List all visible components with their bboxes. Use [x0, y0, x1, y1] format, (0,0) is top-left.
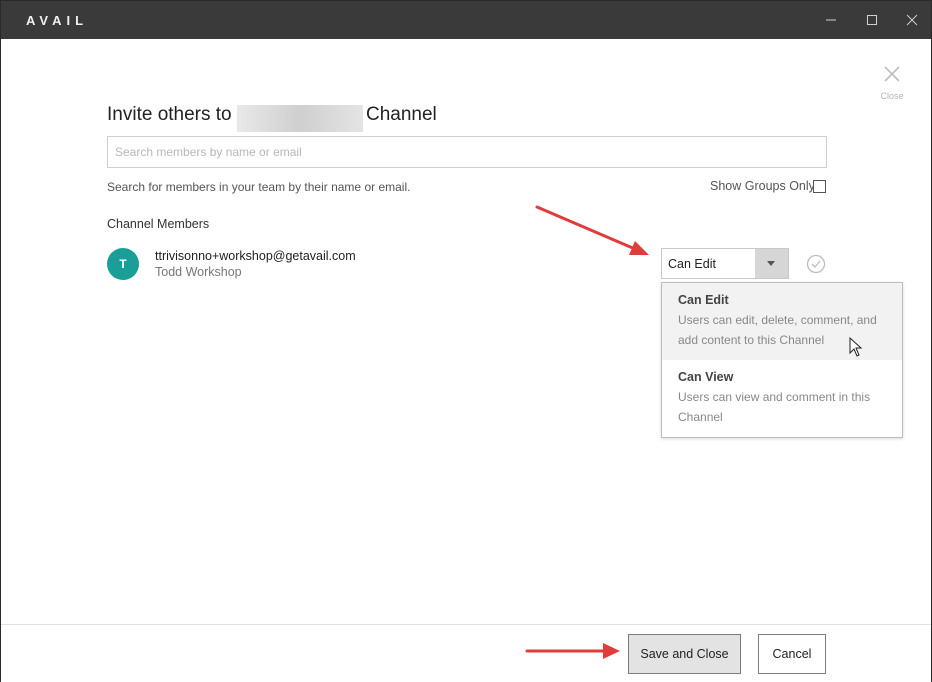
- dropdown-toggle[interactable]: [755, 249, 788, 278]
- permission-select[interactable]: Can Edit: [661, 248, 789, 279]
- members-heading: Channel Members: [107, 217, 210, 231]
- mouse-pointer-icon: [849, 336, 863, 357]
- annotation-arrow: [535, 205, 649, 255]
- invite-dialog: Close Invite others to Channel Search fo…: [1, 39, 931, 682]
- redacted-channel-name: [237, 105, 363, 132]
- dialog-title-suffix: Channel: [366, 104, 437, 125]
- option-description-line: Users can view and comment in this: [678, 390, 871, 404]
- permission-selected-value: Can Edit: [668, 257, 716, 271]
- option-description: Users can view and comment in this Chann…: [678, 387, 886, 427]
- minimize-icon[interactable]: [821, 10, 841, 30]
- close-icon: [879, 63, 905, 85]
- app-title: AVAIL: [26, 13, 89, 28]
- member-name: Todd Workshop: [155, 265, 242, 279]
- option-title: Can View: [678, 370, 734, 384]
- option-can-edit[interactable]: Can Edit Users can edit, delete, comment…: [662, 283, 902, 360]
- member-search-input[interactable]: [107, 136, 827, 168]
- check-circle-icon[interactable]: [806, 254, 826, 274]
- permission-dropdown-menu: Can Edit Users can edit, delete, comment…: [661, 282, 903, 438]
- cancel-button[interactable]: Cancel: [758, 634, 826, 674]
- save-and-close-button[interactable]: Save and Close: [628, 634, 741, 674]
- dialog-footer: Save and Close Cancel: [1, 624, 931, 682]
- member-email: ttrivisonno+workshop@getavail.com: [155, 249, 356, 263]
- avatar: T: [107, 248, 139, 280]
- option-description-line: Users can edit, delete, comment, and: [678, 313, 877, 327]
- option-can-view[interactable]: Can View Users can view and comment in t…: [662, 360, 902, 437]
- dialog-title: Invite others to: [107, 104, 232, 125]
- app-window: AVAIL Close Invite others to Channel Sea…: [0, 0, 932, 682]
- option-title: Can Edit: [678, 293, 729, 307]
- window-close-icon[interactable]: [902, 10, 922, 30]
- search-hint: Search for members in your team by their…: [107, 180, 411, 194]
- close-label: Close: [880, 91, 904, 101]
- option-description-line: Channel: [678, 410, 723, 424]
- show-groups-label: Show Groups Only: [710, 179, 815, 193]
- maximize-icon[interactable]: [862, 10, 882, 30]
- show-groups-checkbox[interactable]: [813, 180, 826, 193]
- title-bar: AVAIL: [1, 1, 931, 39]
- caret-down-icon: [767, 261, 775, 266]
- dialog-close-button[interactable]: Close: [879, 63, 905, 101]
